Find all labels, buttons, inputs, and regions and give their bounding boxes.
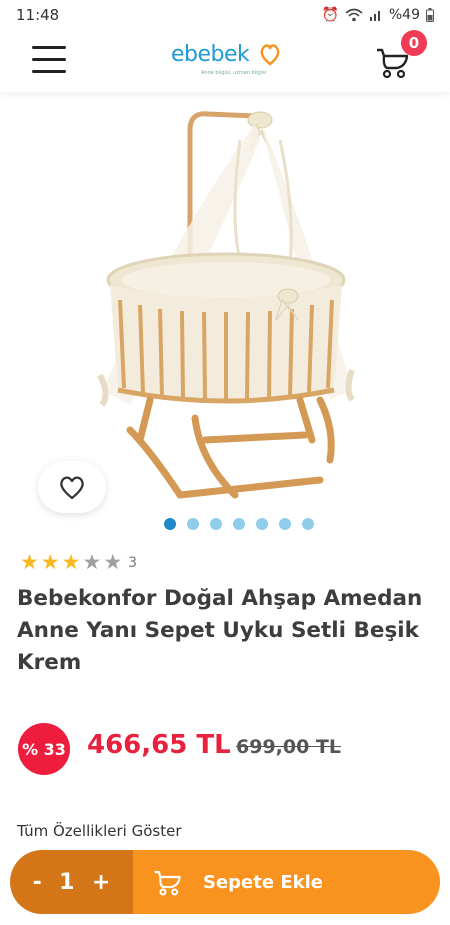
signal-icon [369,11,380,21]
carousel-dot[interactable] [210,518,222,530]
logo-tagline: Anne bilgisi, uzman bilgisi [201,70,267,76]
wifi-icon [345,8,363,22]
show-all-features-link[interactable]: Tüm Özellikleri Göster [17,822,181,840]
heart-icon [60,476,84,500]
battery-percent: %49 [388,7,420,23]
carousel-dot[interactable] [164,518,176,530]
logo-heart-icon [260,44,280,66]
status-bar: 11:48 ⏰ %49 [0,0,450,30]
carousel-dot[interactable] [302,518,314,530]
carousel-dot[interactable] [279,518,291,530]
app-header: ebebek Anne bilgisi, uzman bilgisi [0,30,450,92]
discount-badge: % 33 [18,723,70,775]
carousel-dot[interactable] [233,518,245,530]
quantity-stepper: - 1 + [10,850,133,914]
quantity-value: 1 [59,869,75,895]
menu-icon[interactable] [32,46,66,74]
current-price: 466,65 TL [87,730,231,760]
ebebek-logo[interactable]: ebebek Anne bilgisi, uzman bilgisi [171,42,281,82]
carousel-dot[interactable] [256,518,268,530]
alarm-icon: ⏰ [321,7,339,23]
favorite-button[interactable] [38,461,106,513]
bottom-system-area [0,918,450,925]
add-to-cart-button[interactable]: Sepete Ekle [133,850,440,914]
cart-count-badge[interactable]: 0 [401,30,427,56]
image-carousel-dots [164,518,314,530]
rating-count: 3 [128,554,138,571]
logo-text: ebebek [171,42,250,67]
decrease-quantity-button[interactable]: - [33,870,42,895]
product-title: Bebekonfor Doğal Ahşap Amedan Anne Yanı … [17,586,423,675]
status-time: 11:48 [16,6,60,24]
carousel-dot[interactable] [187,518,199,530]
stroller-icon [154,870,181,896]
star-icon: ★ [40,550,60,574]
star-icon: ★ [82,550,102,574]
add-to-cart-bar: - 1 + Sepete Ekle [10,850,440,914]
product-image-crib[interactable] [90,100,360,510]
battery-icon [426,8,434,22]
star-icon: ★ [61,550,81,574]
status-icons: ⏰ %49 [321,7,434,23]
add-to-cart-label: Sepete Ekle [203,871,323,893]
increase-quantity-button[interactable]: + [92,870,110,895]
star-icon: ★ [20,550,39,574]
product-rating[interactable]: ★ ★ ★ ★ ★ 3 [20,552,137,573]
old-price: 699,00 TL [236,736,342,758]
star-icon: ★ [103,550,123,574]
